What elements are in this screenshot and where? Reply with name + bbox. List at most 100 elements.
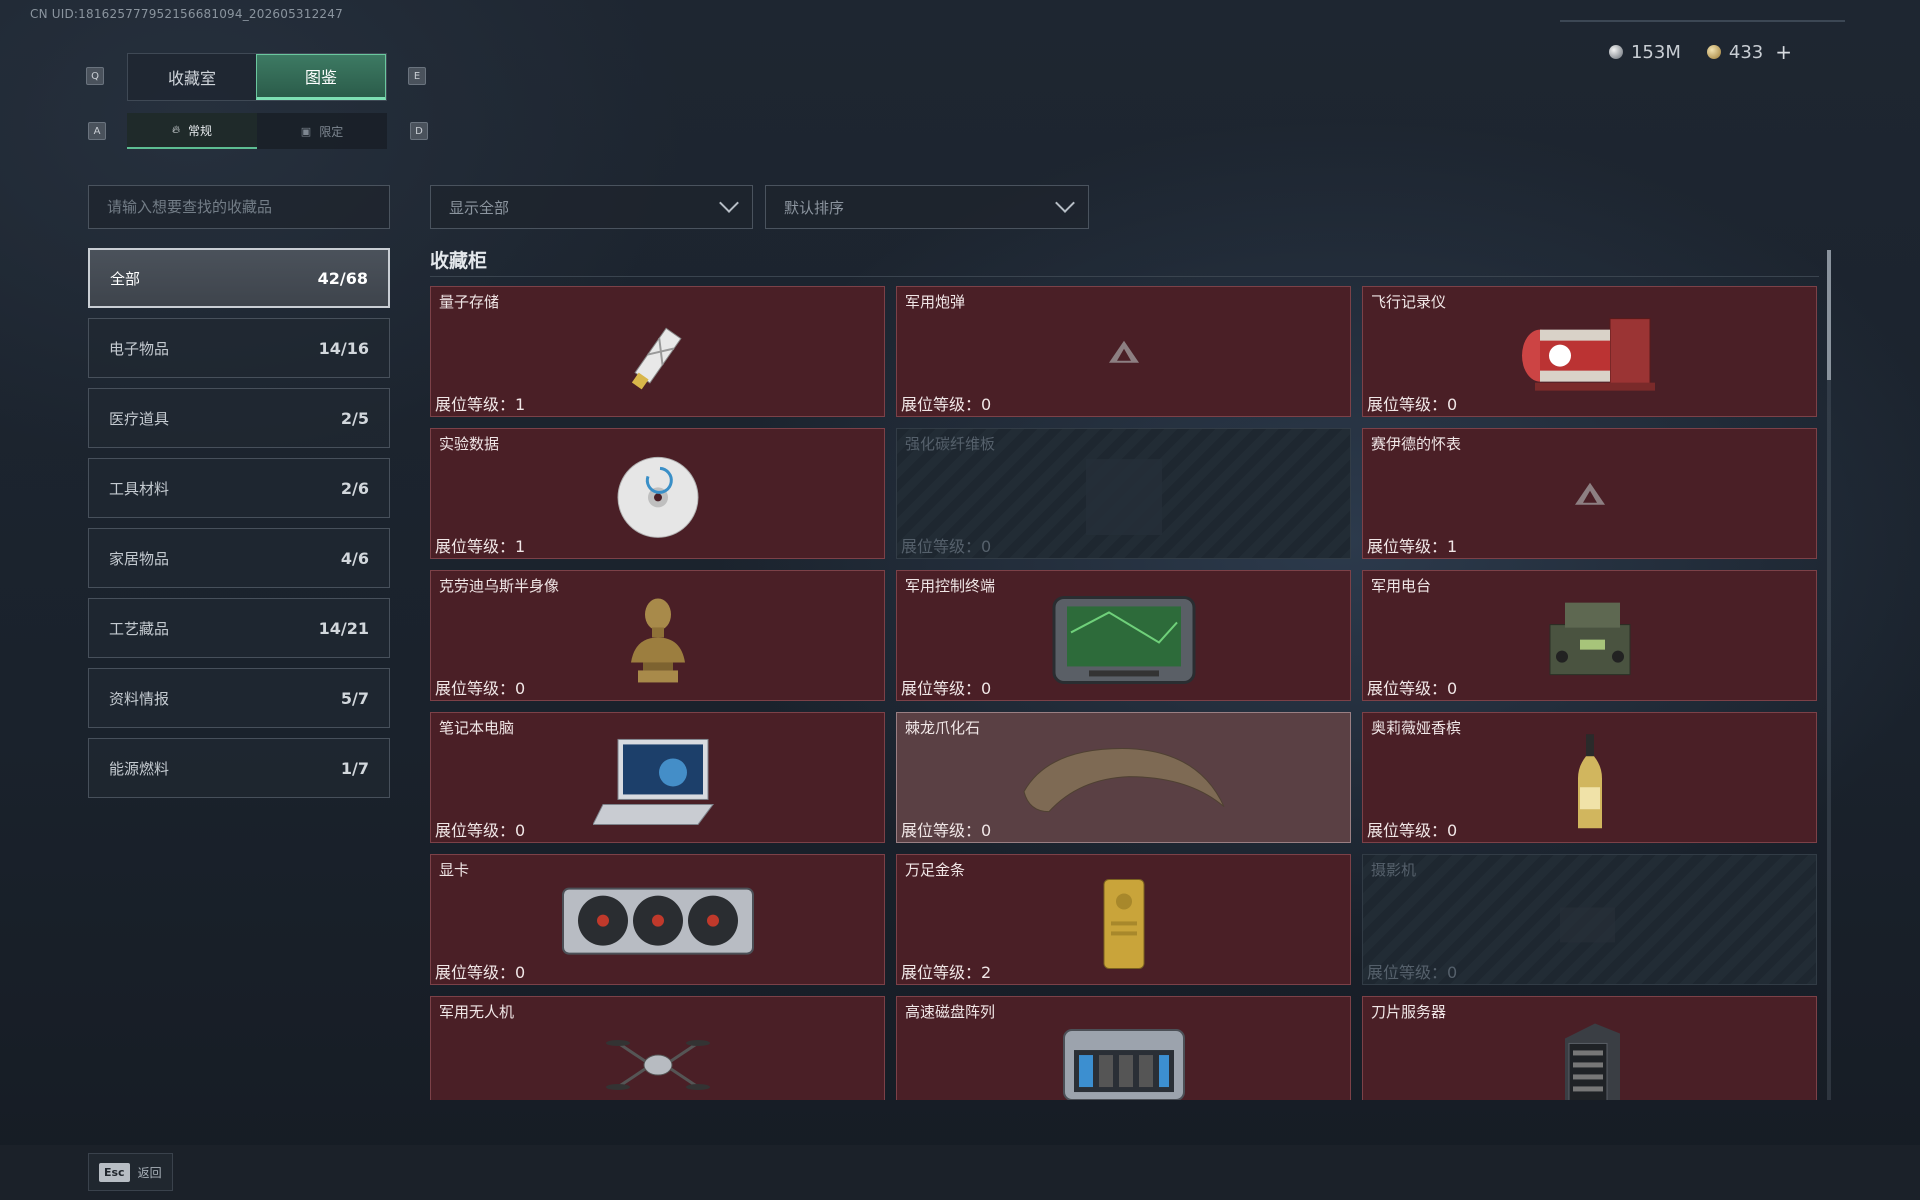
esc-key-hint: Esc	[99, 1162, 130, 1182]
add-currency-button[interactable]: +	[1775, 40, 1792, 64]
item-level-value: 0	[1447, 395, 1458, 414]
item-level-value: 1	[1447, 537, 1458, 556]
collectible-card[interactable]: 赛伊德的怀表 展位等级：1	[1362, 428, 1817, 559]
item-level: 展位等级：1	[1367, 533, 1457, 557]
collectible-card[interactable]: 军用控制终端展位等级：0	[896, 570, 1351, 701]
collectible-card[interactable]: 棘龙爪化石 展位等级：0	[896, 712, 1351, 843]
collectible-card[interactable]: 万足金条 展位等级：2	[896, 854, 1351, 985]
tab-collection-room[interactable]: 收藏室	[128, 54, 256, 100]
collectible-card[interactable]: 克劳迪乌斯半身像 展位等级：0	[430, 570, 885, 701]
collectible-card[interactable]: 量子存储展位等级：1	[430, 286, 885, 417]
control-terminal-image	[1049, 592, 1199, 691]
item-level: 展位等级：0	[1367, 817, 1457, 841]
collectible-card[interactable]: 摄影机 展位等级：0	[1362, 854, 1817, 985]
collectible-card[interactable]: 刀片服务器	[1362, 996, 1817, 1100]
category-electronics[interactable]: 电子物品 14/16	[88, 318, 390, 378]
flame-icon: 🔥︎	[171, 123, 181, 136]
collectible-card[interactable]: 强化碳纤维板展位等级：0	[896, 428, 1351, 559]
key-hint-prev-subtab: A	[88, 122, 106, 140]
item-name: 高速磁盘阵列	[905, 1003, 996, 1021]
item-level: 展位等级：0	[1367, 675, 1457, 699]
bust-statue-image	[623, 592, 693, 691]
disk-array-image	[1059, 1025, 1189, 1100]
filter-dropdown[interactable]: 显示全部	[430, 185, 753, 229]
collectible-card[interactable]: 军用电台 展位等级：0	[1362, 570, 1817, 701]
category-household[interactable]: 家居物品 4/6	[88, 528, 390, 588]
data-disc-image	[615, 454, 701, 544]
item-level: 展位等级：2	[901, 959, 991, 983]
section-title: 收藏柜	[430, 250, 488, 272]
subtab-regular[interactable]: 🔥︎ 常规	[127, 113, 257, 149]
item-level-prefix: 展位等级：	[1367, 821, 1448, 840]
category-all[interactable]: 全部 42/68	[88, 248, 390, 308]
sort-dropdown[interactable]: 默认排序	[765, 185, 1089, 229]
category-label: 家居物品	[109, 549, 170, 568]
subtab-limited[interactable]: ▣ 限定	[257, 113, 387, 149]
back-button[interactable]: Esc 返回	[88, 1153, 173, 1191]
item-name: 军用控制终端	[905, 577, 996, 595]
category-crafts[interactable]: 工艺藏品 14/21	[88, 598, 390, 658]
collectible-card[interactable]: 奥莉薇娅香槟 展位等级：0	[1362, 712, 1817, 843]
tab-catalog[interactable]: 图鉴	[256, 54, 386, 100]
section-divider	[430, 276, 1819, 277]
item-level-value: 1	[515, 395, 526, 414]
collectible-card[interactable]: 飞行记录仪 展位等级：0	[1362, 286, 1817, 417]
collectible-card[interactable]: 实验数据 展位等级：1	[430, 428, 885, 559]
item-level: 展位等级：0	[1367, 959, 1457, 983]
category-list: 全部 42/68 电子物品 14/16 医疗道具 2/5 工具材料 2/6 家居…	[88, 248, 390, 808]
currency-bar: 153M 433 +	[1608, 40, 1792, 64]
subtab-regular-label: 常规	[188, 123, 213, 138]
item-name: 笔记本电脑	[439, 719, 515, 737]
locked-triangle-icon	[1107, 338, 1141, 368]
category-count: 14/16	[318, 338, 369, 358]
item-level: 展位等级：0	[901, 817, 991, 841]
item-level-prefix: 展位等级：	[1367, 537, 1448, 556]
category-label: 资料情报	[109, 689, 170, 708]
item-level: 展位等级：1	[435, 391, 525, 415]
category-tools[interactable]: 工具材料 2/6	[88, 458, 390, 518]
bottom-bar	[0, 1145, 1920, 1200]
chevron-down-icon	[1055, 193, 1075, 213]
category-label: 工具材料	[109, 479, 170, 498]
key-hint-prev-tab: Q	[86, 67, 104, 85]
item-level-prefix: 展位等级：	[901, 679, 982, 698]
user-uid: CN UID:1816257779521566810​94_2026053122…	[30, 7, 343, 21]
item-level-value: 0	[515, 963, 526, 982]
item-level-prefix: 展位等级：	[435, 821, 516, 840]
item-name: 量子存储	[439, 293, 500, 311]
category-energy[interactable]: 能源燃料 1/7	[88, 738, 390, 798]
collectible-card[interactable]: 军用炮弹展位等级：0	[896, 286, 1351, 417]
search-input[interactable]	[88, 185, 390, 229]
item-level: 展位等级：0	[901, 533, 991, 557]
gold-coin-icon	[1706, 45, 1721, 59]
collectible-card[interactable]: 笔记本电脑展位等级：0	[430, 712, 885, 843]
item-level-value: 0	[981, 821, 992, 840]
collectible-card[interactable]: 显卡 展位等级：0	[430, 854, 885, 985]
item-level-value: 0	[1447, 963, 1458, 982]
item-level: 展位等级：0	[1367, 391, 1457, 415]
graphics-card-image	[558, 878, 758, 972]
item-name: 军用炮弹	[905, 293, 966, 311]
scrollbar-thumb[interactable]	[1827, 250, 1831, 380]
item-name: 强化碳纤维板	[905, 435, 996, 453]
item-level: 展位等级：0	[435, 817, 525, 841]
top-decoration-line	[1560, 20, 1845, 22]
currency-gold-value: 433	[1728, 41, 1764, 63]
item-name: 刀片服务器	[1371, 1003, 1447, 1021]
item-level-value: 2	[981, 963, 992, 982]
category-intel[interactable]: 资料情报 5/7	[88, 668, 390, 728]
item-level: 展位等级：0	[901, 391, 991, 415]
item-name: 克劳迪乌斯半身像	[439, 577, 560, 595]
category-label: 能源燃料	[109, 759, 170, 778]
item-level-value: 0	[981, 679, 992, 698]
key-hint-next-tab: E	[408, 67, 426, 85]
carbon-panel-image	[1084, 457, 1164, 541]
fossil-claw-image	[1019, 736, 1229, 830]
collectible-card[interactable]: 高速磁盘阵列	[896, 996, 1351, 1100]
military-radio-image	[1540, 594, 1640, 688]
category-medical[interactable]: 医疗道具 2/5	[88, 388, 390, 448]
item-level-value: 0	[1447, 679, 1458, 698]
item-level-value: 0	[981, 537, 992, 556]
category-count: 2/5	[340, 408, 369, 428]
collectible-card[interactable]: 军用无人机	[430, 996, 885, 1100]
